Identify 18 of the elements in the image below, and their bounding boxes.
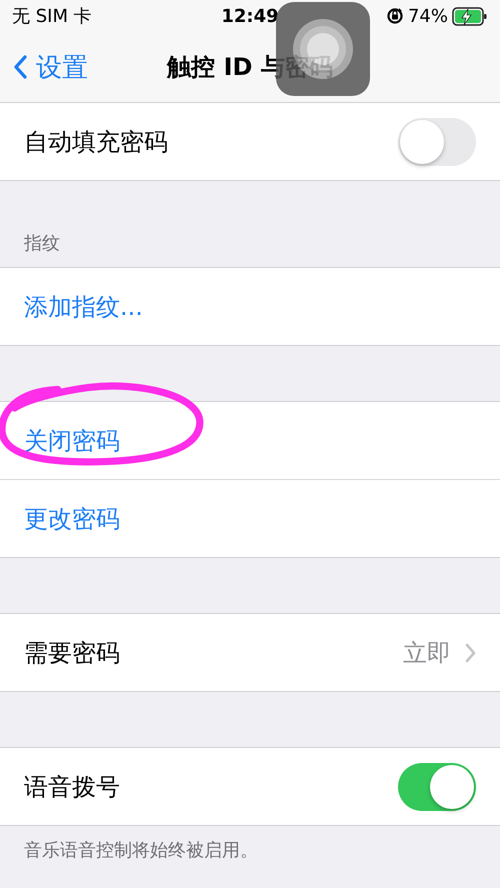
row-link[interactable]: 添加指纹... [24, 290, 143, 322]
section-header: 指纹 [24, 232, 60, 255]
back-button[interactable]: 设置 [0, 50, 88, 84]
row-value: 立即 [403, 638, 451, 668]
battery-percent: 74% [408, 6, 448, 26]
toggle-switch[interactable] [398, 118, 476, 166]
back-chevron-icon [14, 55, 28, 79]
status-time: 12:49 [220, 6, 280, 26]
row-link[interactable]: 更改密码 [24, 502, 120, 534]
row-label: 需要密码 [24, 638, 120, 668]
row-label: 自动填充密码 [24, 126, 168, 158]
carrier-text: 无 SIM 卡 [12, 5, 92, 28]
toggle-switch[interactable] [398, 762, 476, 810]
chevron-icon [465, 642, 476, 662]
row-link[interactable]: 关闭密码 [24, 424, 120, 456]
section-footer: 音乐语音控制将始终被启用。 [0, 826, 500, 874]
row-label: 语音拨号 [24, 772, 120, 802]
rotation-lock-icon [386, 7, 404, 25]
